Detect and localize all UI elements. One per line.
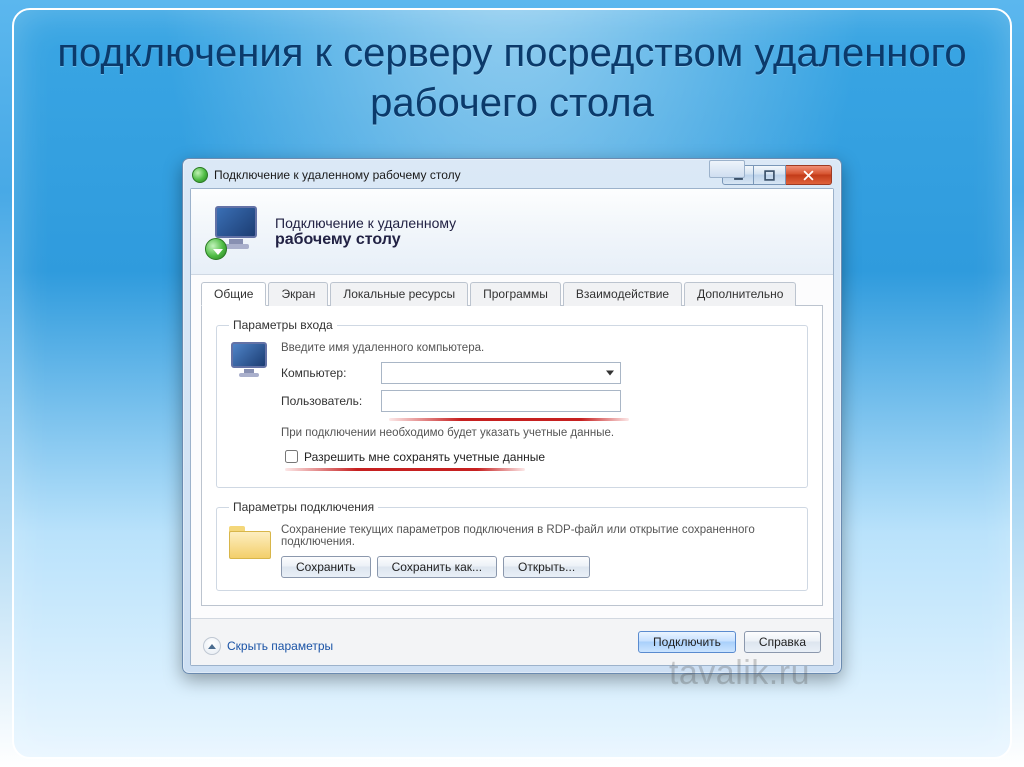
computer-label: Компьютер:	[281, 366, 381, 380]
connection-desc: Сохранение текущих параметров подключени…	[281, 524, 795, 548]
connection-buttons: Сохранить Сохранить как... Открыть...	[281, 556, 795, 578]
open-button[interactable]: Открыть...	[503, 556, 590, 578]
header-titles: Подключение к удаленному рабочему столу	[275, 215, 456, 249]
tab-advanced[interactable]: Дополнительно	[684, 282, 796, 306]
help-button[interactable]: Справка	[744, 631, 821, 653]
window-drag-handle[interactable]	[709, 160, 745, 178]
save-as-button[interactable]: Сохранить как...	[377, 556, 497, 578]
tab-display[interactable]: Экран	[268, 282, 328, 306]
user-highlight	[389, 418, 629, 421]
header-line2: рабочему столу	[275, 231, 456, 249]
tab-general[interactable]: Общие	[201, 282, 266, 306]
collapse-row[interactable]: Скрыть параметры	[203, 637, 333, 655]
computer-combo[interactable]	[381, 362, 621, 384]
close-button[interactable]	[786, 165, 832, 185]
user-label: Пользователь:	[281, 394, 381, 408]
tab-experience[interactable]: Взаимодействие	[563, 282, 682, 306]
allow-save-label: Разрешить мне сохранять учетные данные	[304, 450, 545, 464]
rdp-window: Подключение к удаленному рабочему столу	[182, 158, 842, 674]
group-login: Параметры входа Введите имя удаленного к…	[216, 318, 808, 488]
tabs-container: Общие Экран Локальные ресурсы Программы …	[191, 275, 833, 618]
maximize-button[interactable]	[754, 165, 786, 185]
slide-title: подключения к серверу посредством удален…	[14, 10, 1010, 128]
computer-row: Компьютер:	[281, 362, 795, 384]
allow-save-row: Разрешить мне сохранять учетные данные	[281, 447, 795, 466]
computer-icon	[229, 342, 271, 384]
group-connection: Параметры подключения Сохранение текущих…	[216, 500, 808, 591]
window-title: Подключение к удаленному рабочему столу	[214, 168, 461, 182]
allow-save-checkbox[interactable]	[285, 450, 298, 463]
close-icon	[803, 170, 814, 181]
checkbox-highlight	[285, 468, 525, 471]
hide-options-link[interactable]: Скрыть параметры	[227, 639, 333, 653]
folder-icon	[229, 524, 271, 558]
rdp-logo-icon	[209, 206, 261, 258]
slide-card: подключения к серверу посредством удален…	[12, 8, 1012, 759]
header-line1: Подключение к удаленному	[275, 215, 456, 231]
tab-programs[interactable]: Программы	[470, 282, 561, 306]
header-band: Подключение к удаленному рабочему столу	[191, 189, 833, 275]
login-note: При подключении необходимо будет указать…	[281, 427, 795, 439]
rdp-app-icon	[192, 167, 208, 183]
connect-button[interactable]: Подключить	[638, 631, 736, 653]
footer-bar: Скрыть параметры Подключить Справка	[191, 618, 833, 665]
group-connection-legend: Параметры подключения	[229, 500, 378, 514]
user-row: Пользователь:	[281, 390, 795, 412]
user-input[interactable]	[381, 390, 621, 412]
login-intro: Введите имя удаленного компьютера.	[281, 342, 795, 354]
tab-strip: Общие Экран Локальные ресурсы Программы …	[201, 281, 823, 306]
tab-local-resources[interactable]: Локальные ресурсы	[330, 282, 468, 306]
group-login-legend: Параметры входа	[229, 318, 337, 332]
client-area: Подключение к удаленному рабочему столу …	[190, 188, 834, 666]
save-button[interactable]: Сохранить	[281, 556, 371, 578]
tab-body-general: Параметры входа Введите имя удаленного к…	[201, 306, 823, 606]
chevron-up-icon	[203, 637, 221, 655]
maximize-icon	[764, 170, 775, 181]
